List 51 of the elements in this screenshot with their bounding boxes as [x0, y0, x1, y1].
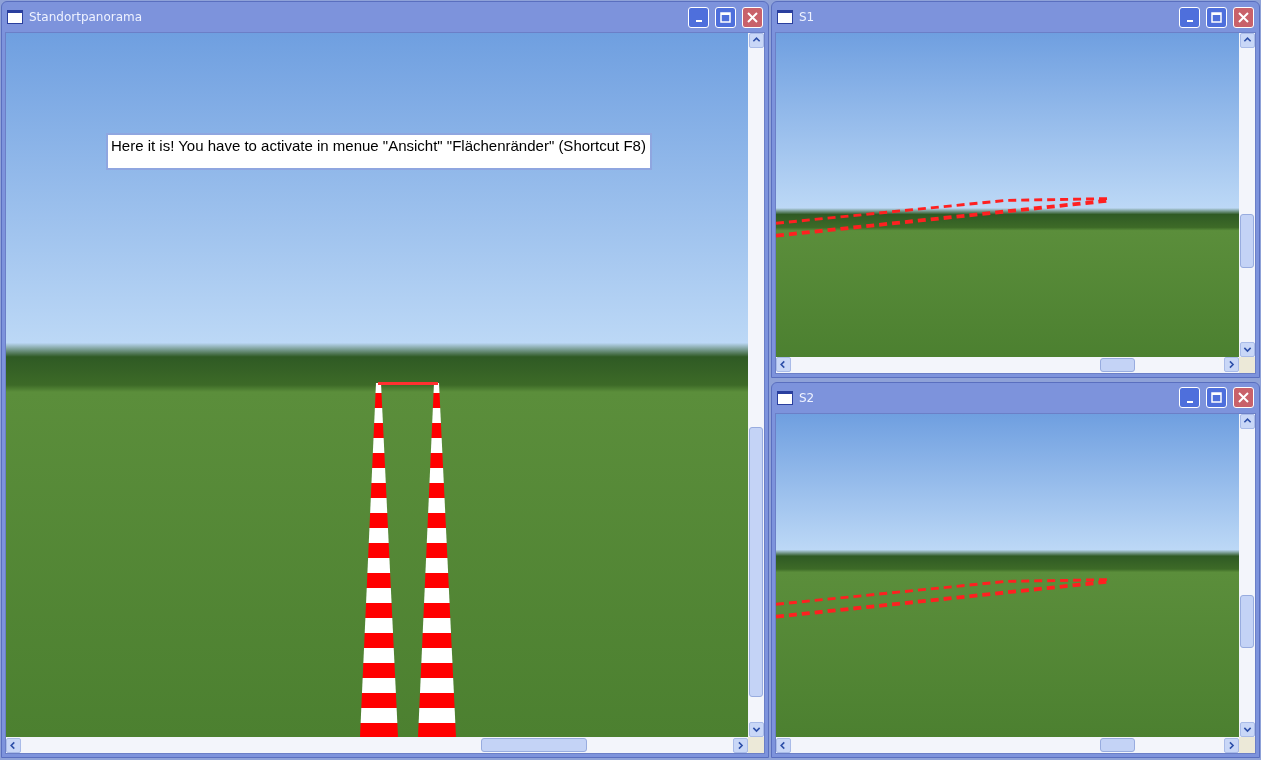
- scroll-down-button[interactable]: [1239, 341, 1255, 357]
- scroll-up-button[interactable]: [1239, 413, 1255, 429]
- vertical-scrollbar[interactable]: [1239, 413, 1255, 737]
- scroll-left-button[interactable]: [776, 737, 791, 753]
- minimize-icon: [1186, 20, 1193, 22]
- close-icon: [1238, 11, 1249, 23]
- size-grip[interactable]: [1239, 356, 1255, 373]
- scroll-left-button[interactable]: [776, 357, 791, 372]
- scroll-right-button[interactable]: [1224, 357, 1239, 372]
- window-title: Standortpanorama: [29, 10, 144, 24]
- size-grip[interactable]: [748, 737, 764, 753]
- horizontal-scrollbar[interactable]: [776, 737, 1239, 753]
- close-button[interactable]: [742, 6, 763, 28]
- window-title: S1: [799, 10, 816, 24]
- minimize-button[interactable]: [1179, 387, 1200, 408]
- minimize-button[interactable]: [1179, 6, 1200, 28]
- maximize-button[interactable]: [1206, 387, 1227, 408]
- window-icon: [7, 10, 23, 24]
- window-icon: [777, 390, 793, 405]
- minimize-icon: [1186, 400, 1193, 403]
- maximize-button[interactable]: [715, 6, 736, 28]
- horizontal-scrollbar[interactable]: [6, 737, 748, 753]
- scrollbar-thumb[interactable]: [1100, 738, 1135, 752]
- scrollbar-thumb[interactable]: [1100, 357, 1135, 372]
- window-title: S2: [799, 390, 816, 405]
- close-icon: [1238, 392, 1249, 403]
- close-icon: [747, 11, 758, 23]
- scroll-left-button[interactable]: [6, 737, 21, 753]
- size-grip[interactable]: [1239, 737, 1255, 753]
- scroll-right-button[interactable]: [1224, 737, 1239, 753]
- scroll-up-button[interactable]: [748, 33, 764, 48]
- minimize-icon: [695, 20, 702, 22]
- scroll-up-button[interactable]: [1239, 33, 1255, 48]
- scroll-right-button[interactable]: [733, 737, 748, 753]
- window-icon: [777, 10, 793, 24]
- vertical-scrollbar[interactable]: [1239, 33, 1255, 357]
- scrollbar-thumb[interactable]: [1240, 594, 1254, 649]
- close-button[interactable]: [1233, 387, 1254, 408]
- scrollbar-thumb[interactable]: [1240, 214, 1254, 268]
- vertical-scrollbar[interactable]: [748, 33, 764, 737]
- maximize-icon: [720, 11, 731, 23]
- scrollbar-thumb[interactable]: [749, 427, 763, 697]
- scrollbar-thumb[interactable]: [480, 738, 587, 752]
- annotation-text: Here it is! You have to activate in menue "Ansicht" "Flächenränder" (Shortcut F8): [106, 133, 652, 170]
- close-button[interactable]: [1233, 6, 1254, 28]
- scroll-down-button[interactable]: [748, 722, 764, 737]
- minimize-button[interactable]: [688, 6, 709, 28]
- maximize-icon: [1211, 392, 1222, 403]
- maximize-icon: [1211, 11, 1222, 23]
- maximize-button[interactable]: [1206, 6, 1227, 28]
- scroll-down-button[interactable]: [1239, 722, 1255, 737]
